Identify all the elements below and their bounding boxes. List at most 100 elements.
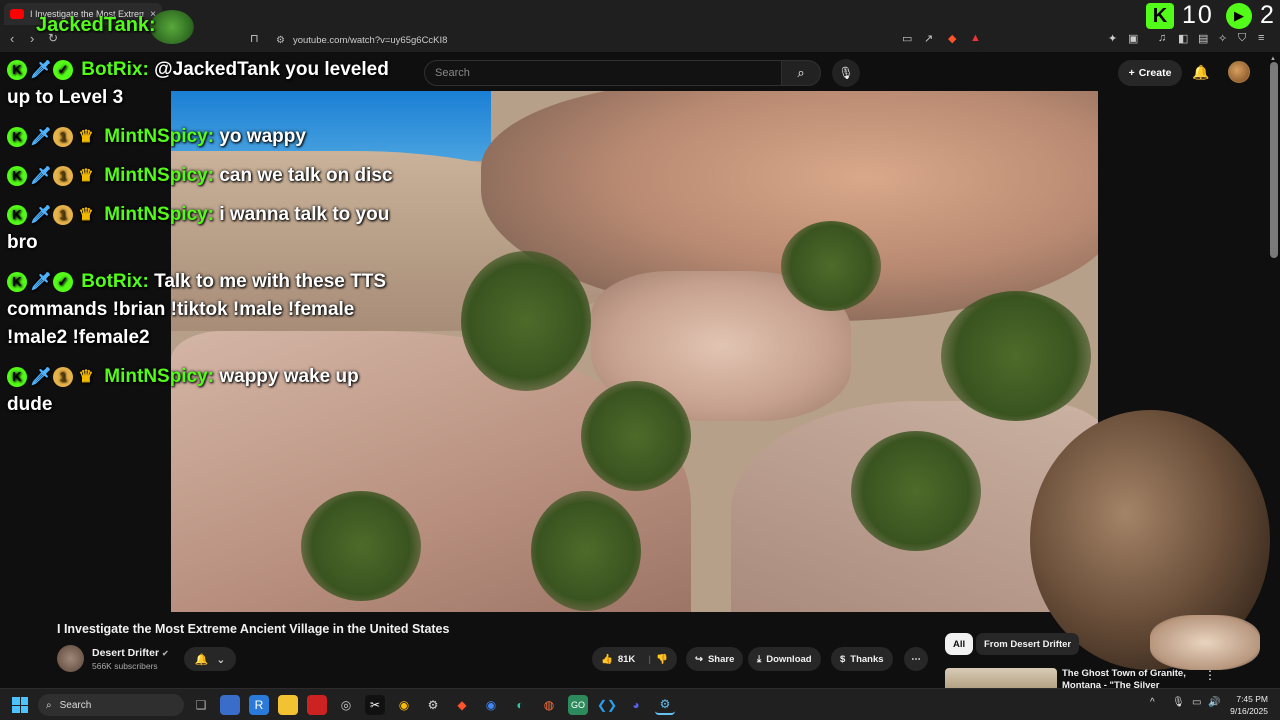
sword-icon: 🗡 [30,271,52,291]
chevron-down-icon: ⌄ [216,653,226,666]
search-input[interactable] [435,67,781,79]
chip-all[interactable]: All [945,633,974,655]
windows-start-icon[interactable] [12,697,28,713]
steam-icon[interactable]: ⚙ [655,695,675,715]
brave-icon[interactable]: ◆ [452,695,472,715]
taskbar-clock[interactable]: 7:45 PM 9/16/2025 [1222,693,1268,717]
tray-overflow-icon[interactable]: ^ [1150,697,1155,708]
create-label: Create [1138,67,1172,79]
search-button[interactable]: ⌕ [781,60,821,86]
back-icon[interactable]: ‹ [10,31,14,46]
mic-tray-icon[interactable]: 🎙 [1172,697,1185,708]
search-box[interactable] [424,60,782,86]
obs-icon[interactable]: ◎ [336,695,356,715]
chat-message: K 🗡 1 ♛ MintNSpicy: yo wappy [7,123,407,151]
media-icon[interactable]: ♫ [1158,32,1166,44]
video-title: I Investigate the Most Extreme Ancient V… [57,622,450,636]
firefox-icon[interactable]: ◍ [539,695,559,715]
app-go-icon[interactable]: GO [568,695,588,715]
voice-search-button[interactable]: 🎙 [832,59,860,87]
verified-icon: ✓ [53,271,73,292]
sidebar-toggle-icon[interactable]: ◧ [1178,32,1188,45]
site-info-icon[interactable]: ⚙ [276,35,285,46]
kick-icon: K [7,204,27,225]
volume-icon[interactable]: 🔊 [1208,697,1220,708]
sword-icon: 🗡 [30,126,52,146]
wallet-icon[interactable]: ▣ [1128,32,1138,45]
chat-username: MintNSpicy: [104,204,215,225]
download-icon: ⤓ [757,653,762,665]
forward-icon[interactable]: › [30,31,34,46]
network-icon[interactable]: ▭ [1192,697,1201,708]
subscription-bell-button[interactable]: 🔔 ⌄ [184,647,236,671]
thanks-button[interactable]: $ Thanks [831,647,893,671]
share-button[interactable]: ↪ Share [686,647,744,671]
like-divider: | [648,653,651,665]
share-page-icon[interactable]: ↗ [924,32,933,45]
remote-icon[interactable]: R [249,695,269,715]
chat-username: MintNSpicy: [104,165,215,186]
app-icon[interactable] [220,695,240,715]
chat-text: can we talk on disc [219,165,393,186]
file-explorer-icon[interactable] [278,695,298,715]
vpn-icon[interactable]: ⛉ [1238,32,1246,45]
kick-icon: K [7,271,27,292]
page-scrollbar[interactable] [1270,62,1278,258]
taskbar-search[interactable]: ⌕ Search [38,694,184,716]
wallet-alt-icon[interactable]: ▤ [1198,32,1208,45]
clock-date: 9/16/2025 [1230,706,1268,716]
microphone-icon: 🎙 [838,66,854,80]
clock-time: 7:45 PM [1236,694,1268,704]
channel-avatar[interactable] [57,645,84,672]
vscode-icon[interactable]: ❮❯ [597,695,617,715]
chat-message: K 🗡 1 ♛ MintNSpicy: can we talk on disc [7,162,407,190]
account-avatar[interactable] [1228,61,1250,83]
chat-message: K 🗡 ✓ BotRix: Talk to me with these TTS co… [7,268,407,352]
brave-rewards-icon[interactable]: ▲ [970,32,981,44]
play-logo-icon: ▶ [1226,3,1252,29]
chat-username: BotRix: [81,271,149,292]
recommended-more-icon[interactable]: ⋮ [1204,668,1216,682]
leo-ai-icon[interactable]: ✧ [1218,32,1227,45]
chat-message: K 🗡 1 ♛ MintNSpicy: wappy wake up dude [7,363,407,419]
bookmark-icon[interactable]: ⊓ [250,32,259,45]
sword-icon: 🗡 [30,204,52,224]
sword-icon: 🗡 [30,165,52,185]
chrome-dev-icon[interactable]: ◉ [394,695,414,715]
brave-shields-icon[interactable]: ◆ [948,32,956,45]
channel-name-text: Desert Drifter [92,647,160,659]
settings-icon[interactable]: ⚙ [423,695,443,715]
cast-icon[interactable]: ▭ [902,32,912,45]
discord-icon[interactable]: ◕ [626,695,646,715]
verified-icon: ✓ [53,59,73,80]
news-app-icon[interactable] [307,695,327,715]
thumbs-down-icon[interactable]: 👎 [656,654,668,665]
video-tree [941,291,1091,421]
menu-icon[interactable]: ≡ [1258,32,1264,44]
capcut-icon[interactable]: ✂ [365,695,385,715]
create-button[interactable]: + Create [1118,60,1182,86]
edge-icon[interactable]: ◐ [510,695,530,715]
channel-name[interactable]: Desert Drifter ✔ [92,647,169,659]
extensions-icon[interactable]: ✦ [1108,32,1117,45]
more-icon: ⋯ [911,653,921,665]
chrome-icon[interactable]: ◉ [481,695,501,715]
like-count: 81K [617,653,636,665]
kick-icon: K [7,126,27,147]
task-view-icon[interactable]: ❑ [191,695,211,715]
verified-check-icon: ✔ [162,649,169,658]
notifications-bell-icon[interactable]: 🔔 [1192,64,1209,81]
bell-icon: 🔔 [194,653,209,666]
address-bar[interactable]: ⚙ youtube.com/watch?v=uy65g6CcKI8 [268,30,988,50]
stream-username: JackedTank: [36,14,156,36]
like-button[interactable]: 👍 81K | 👎 [592,647,677,671]
kick-icon: K [7,366,27,387]
more-actions-button[interactable]: ⋯ [904,647,928,671]
crown-icon: ♛ [78,366,94,386]
chat-overlay: K 🗡 ✓ BotRix: @JackedTank you leveled up t… [7,56,407,430]
download-button[interactable]: ⤓ Download [748,647,821,671]
one-icon: 1 [53,204,73,225]
one-icon: 1 [53,366,73,387]
recommended-thumbnail[interactable] [945,668,1057,688]
chip-from-channel[interactable]: From Desert Drifter [976,633,1080,655]
